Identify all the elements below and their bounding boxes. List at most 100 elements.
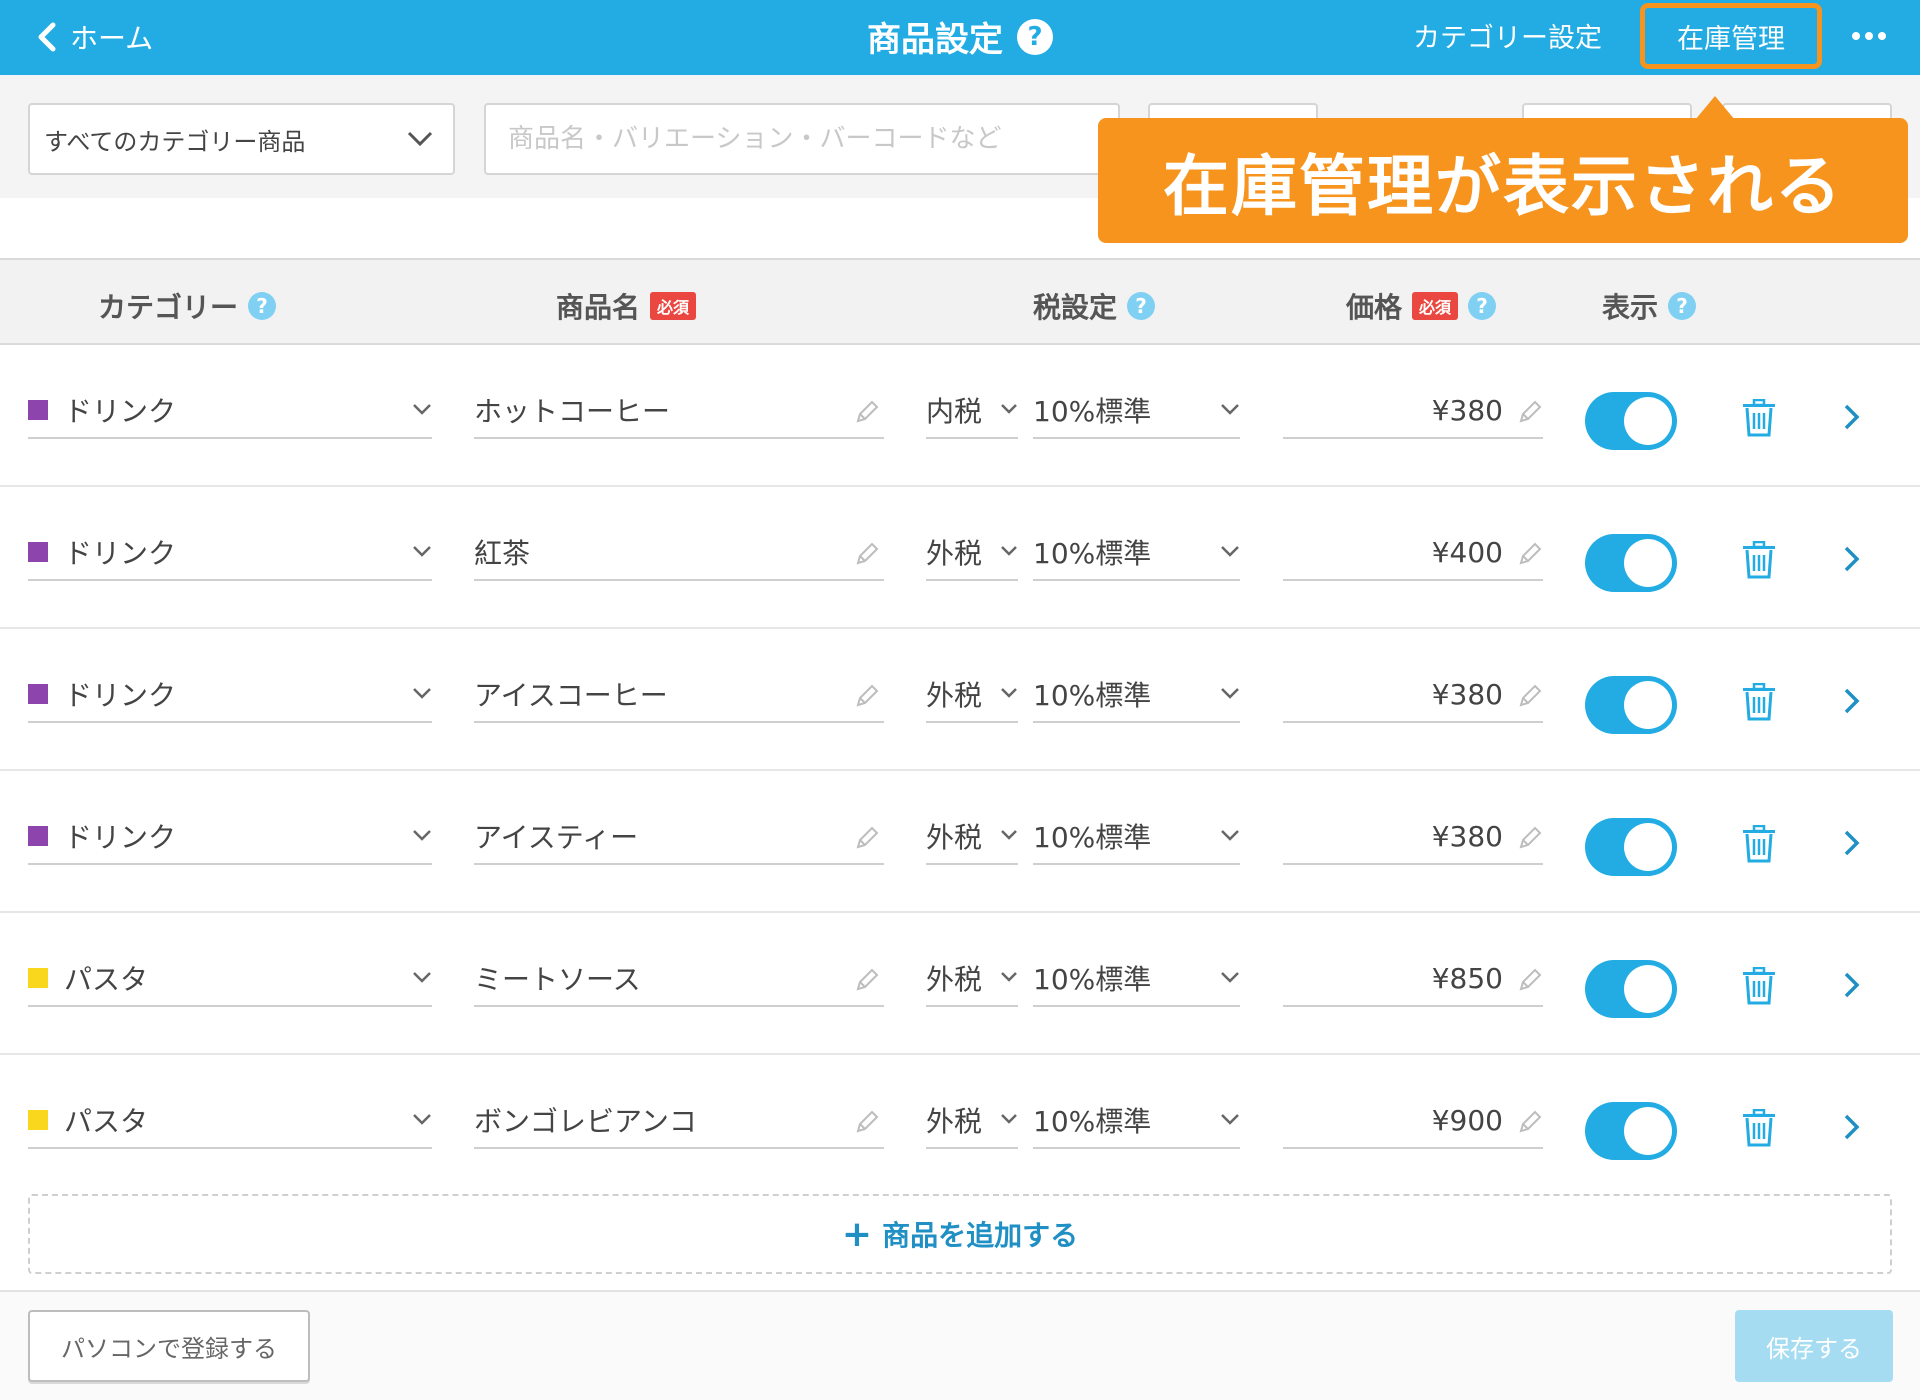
column-header-name: 商品名 必須	[556, 286, 697, 326]
trash-icon[interactable]	[1742, 825, 1776, 863]
chevron-right-icon[interactable]	[1843, 829, 1861, 857]
pencil-icon	[856, 684, 879, 707]
add-product-button[interactable]: + 商品を追加する	[28, 1194, 1892, 1274]
tax-rate-select[interactable]: 10%標準	[1033, 809, 1240, 865]
toggle-knob	[1624, 397, 1672, 445]
product-name-value: ミートソース	[474, 963, 641, 996]
pencil-icon	[1519, 826, 1542, 849]
chevron-right-icon[interactable]	[1843, 687, 1861, 715]
tax-type-select[interactable]: 外税	[926, 667, 1018, 723]
help-icon[interactable]: ?	[1668, 292, 1697, 320]
add-product-label: 商品を追加する	[882, 1219, 1079, 1252]
price-field[interactable]: ¥900	[1283, 1093, 1543, 1149]
price-value: ¥400	[1431, 535, 1503, 569]
more-horizontal-icon[interactable]	[1852, 32, 1886, 40]
display-toggle[interactable]	[1585, 1102, 1677, 1160]
product-name-field[interactable]: アイスコーヒー	[474, 667, 884, 723]
tax-type-select[interactable]: 外税	[926, 951, 1018, 1007]
chevron-right-icon[interactable]	[1843, 403, 1861, 431]
chevron-down-icon	[1001, 688, 1017, 698]
trash-icon[interactable]	[1742, 1109, 1776, 1147]
help-icon[interactable]: ?	[1127, 292, 1156, 320]
product-name-value: アイスティー	[474, 821, 639, 854]
tax-rate-select[interactable]: 10%標準	[1033, 951, 1240, 1007]
tax-type-select[interactable]: 内税	[926, 383, 1018, 439]
annotation-callout: 在庫管理が表示される	[1098, 96, 1908, 243]
product-name-value: ボンゴレビアンコ	[474, 1105, 697, 1138]
stock-management-label: 在庫管理	[1663, 16, 1799, 56]
pencil-icon	[1519, 542, 1542, 565]
product-name-value: ホットコーヒー	[474, 395, 671, 428]
tax-rate-select[interactable]: 10%標準	[1033, 383, 1240, 439]
help-icon[interactable]: ?	[1468, 292, 1497, 320]
category-value: パスタ	[64, 1105, 149, 1138]
display-toggle[interactable]	[1585, 392, 1677, 450]
table-header: カテゴリー ? 商品名 必須 税設定 ? 価格 必須 ? 表示 ?	[0, 258, 1920, 345]
product-name-field[interactable]: ホットコーヒー	[474, 383, 884, 439]
price-field[interactable]: ¥400	[1283, 525, 1543, 581]
trash-icon[interactable]	[1742, 541, 1776, 579]
product-name-field[interactable]: 紅茶	[474, 525, 884, 581]
column-header-tax: 税設定 ?	[1033, 286, 1156, 326]
help-icon[interactable]: ?	[248, 292, 277, 320]
trash-icon[interactable]	[1742, 399, 1776, 437]
tax-type-select[interactable]: 外税	[926, 1093, 1018, 1149]
category-select[interactable]: パスタ	[28, 951, 432, 1007]
category-settings-link[interactable]: カテゴリー設定	[1413, 16, 1602, 55]
page-title-text: 商品設定	[867, 20, 1003, 60]
display-toggle[interactable]	[1585, 818, 1677, 876]
category-select[interactable]: ドリンク	[28, 383, 432, 439]
save-button[interactable]: 保存する	[1735, 1310, 1893, 1382]
chevron-right-icon[interactable]	[1843, 1113, 1861, 1141]
pencil-icon	[1519, 968, 1542, 991]
trash-icon[interactable]	[1742, 967, 1776, 1005]
display-toggle[interactable]	[1585, 534, 1677, 592]
price-field[interactable]: ¥850	[1283, 951, 1543, 1007]
product-name-field[interactable]: ボンゴレビアンコ	[474, 1093, 884, 1149]
display-toggle[interactable]	[1585, 676, 1677, 734]
category-select[interactable]: パスタ	[28, 1093, 432, 1149]
product-name-field[interactable]: アイスティー	[474, 809, 884, 865]
price-field[interactable]: ¥380	[1283, 809, 1543, 865]
pencil-icon	[856, 826, 879, 849]
tax-rate-select[interactable]: 10%標準	[1033, 1093, 1240, 1149]
tax-type-value: 内税	[926, 395, 983, 428]
help-icon[interactable]: ?	[1017, 18, 1053, 55]
chevron-down-icon	[413, 972, 431, 983]
tax-type-select[interactable]: 外税	[926, 809, 1018, 865]
category-value: ドリンク	[64, 821, 177, 854]
chevron-right-icon[interactable]	[1843, 971, 1861, 999]
register-on-pc-button[interactable]: パソコンで登録する	[28, 1310, 310, 1382]
tax-rate-value: 10%標準	[1033, 821, 1152, 854]
product-name-field[interactable]: ミートソース	[474, 951, 884, 1007]
category-select[interactable]: ドリンク	[28, 809, 432, 865]
chevron-right-icon[interactable]	[1843, 545, 1861, 573]
table-row: パスタ ミートソース 外税 10%標準 ¥850	[0, 913, 1920, 1055]
chevron-down-icon	[1001, 830, 1017, 840]
category-select[interactable]: ドリンク	[28, 667, 432, 723]
price-field[interactable]: ¥380	[1283, 383, 1543, 439]
chevron-down-icon	[1221, 546, 1239, 557]
category-filter-value: すべてのカテゴリー商品	[44, 127, 306, 156]
display-toggle[interactable]	[1585, 960, 1677, 1018]
search-input[interactable]	[484, 103, 1120, 175]
category-filter-select[interactable]: すべてのカテゴリー商品	[28, 103, 455, 175]
chevron-down-icon	[413, 404, 431, 415]
tax-rate-select[interactable]: 10%標準	[1033, 667, 1240, 723]
required-badge: 必須	[1412, 292, 1459, 320]
category-select[interactable]: ドリンク	[28, 525, 432, 581]
price-field[interactable]: ¥380	[1283, 667, 1543, 723]
tax-type-select[interactable]: 外税	[926, 525, 1018, 581]
chevron-down-icon	[1001, 546, 1017, 556]
tax-rate-select[interactable]: 10%標準	[1033, 525, 1240, 581]
chevron-down-icon	[1221, 1114, 1239, 1125]
table-row: パスタ ボンゴレビアンコ 外税 10%標準 ¥900	[0, 1055, 1920, 1197]
price-value: ¥380	[1431, 393, 1503, 427]
app-header: ホーム 商品設定 ? カテゴリー設定 在庫管理	[0, 0, 1920, 75]
tax-rate-value: 10%標準	[1033, 1105, 1152, 1138]
tax-type-value: 外税	[926, 963, 983, 996]
table-row: ドリンク アイスコーヒー 外税 10%標準 ¥380	[0, 629, 1920, 771]
tax-rate-value: 10%標準	[1033, 537, 1152, 570]
stock-management-link[interactable]: 在庫管理	[1640, 3, 1822, 69]
trash-icon[interactable]	[1742, 683, 1776, 721]
